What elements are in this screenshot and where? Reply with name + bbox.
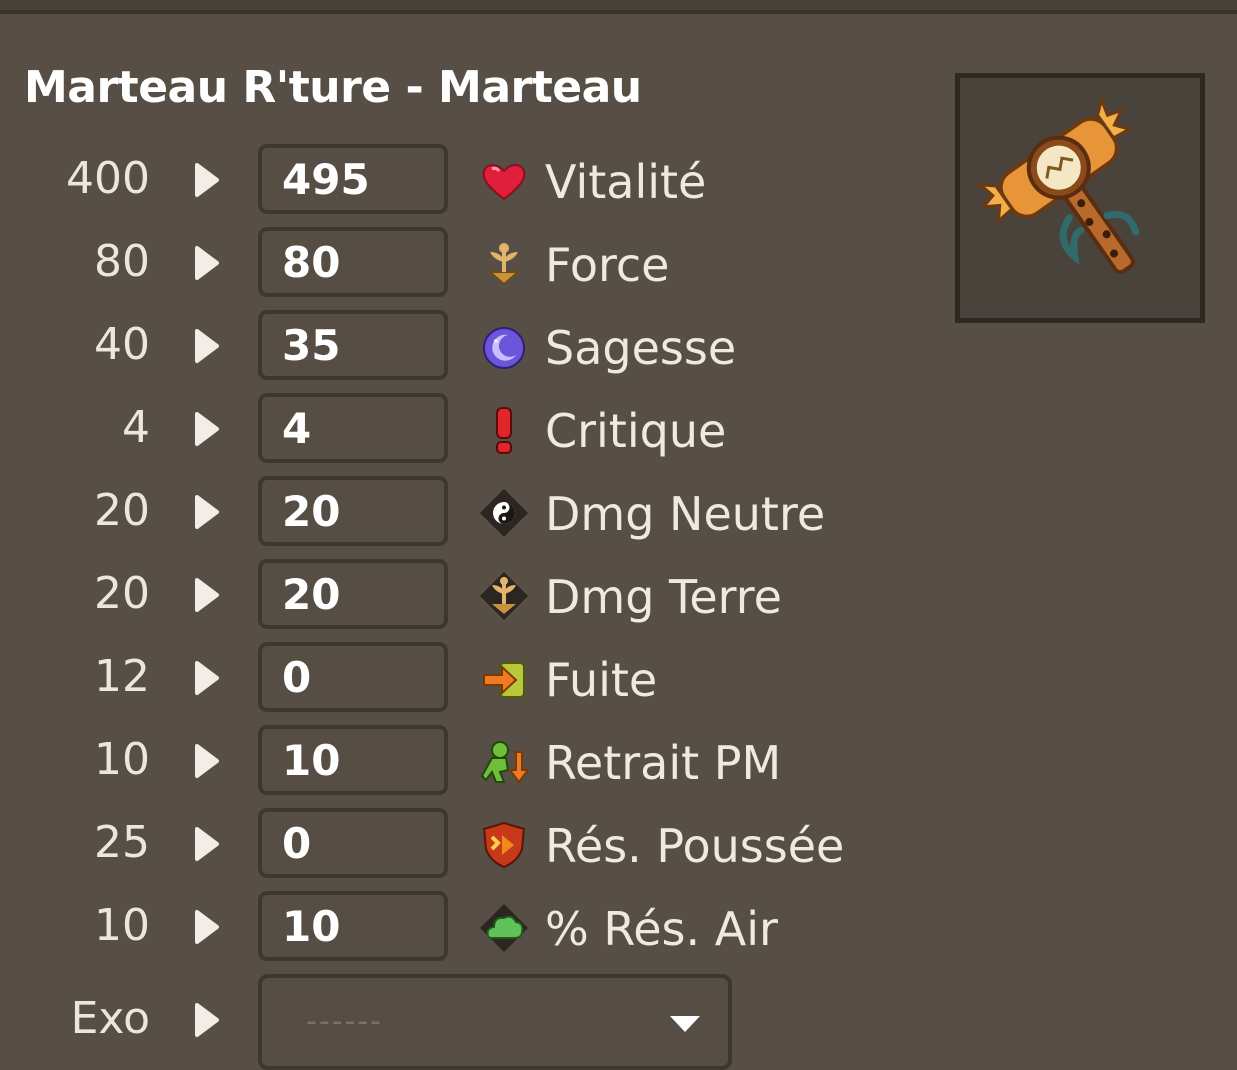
stat-label: Sagesse: [545, 321, 737, 375]
stat-value-field[interactable]: [258, 725, 448, 795]
copy-arrow-icon[interactable]: [193, 826, 221, 862]
moon-icon: [478, 321, 530, 373]
yin-yang-icon: [478, 487, 530, 539]
stat-row-fuite: 12 Fuite: [0, 642, 900, 712]
stat-value-input[interactable]: [262, 231, 442, 293]
stat-row-force: 80 Force: [0, 227, 900, 297]
stat-row-sagesse: 40 Sagesse: [0, 310, 900, 380]
stat-label: Rés. Poussée: [545, 819, 845, 873]
stat-label: Dmg Neutre: [545, 487, 826, 541]
stat-value-input[interactable]: [262, 480, 442, 542]
heart-icon: [478, 155, 530, 207]
copy-arrow-icon[interactable]: [193, 494, 221, 530]
stat-label: Retrait PM: [545, 736, 782, 790]
item-title: Marteau R'ture - Marteau: [24, 62, 642, 113]
base-value: 10: [94, 734, 150, 785]
stat-value-input[interactable]: [262, 895, 442, 957]
stat-row-retrait-pm: 10 Retrait PM: [0, 725, 900, 795]
stat-row-dmg-neutre: 20 Dmg Neutre: [0, 476, 900, 546]
stat-row-dmg-terre: 20 Dmg Terre: [0, 559, 900, 629]
hammer-item-icon: [975, 95, 1140, 275]
stat-value-input[interactable]: [262, 563, 442, 625]
copy-arrow-icon[interactable]: [193, 245, 221, 281]
stat-value-input[interactable]: [262, 148, 442, 210]
copy-arrow-icon[interactable]: [193, 328, 221, 364]
copy-arrow-icon[interactable]: [193, 909, 221, 945]
base-value: 10: [94, 900, 150, 951]
stat-value-input[interactable]: [262, 729, 442, 791]
air-resist-icon: [478, 902, 530, 954]
exo-select[interactable]: ------: [258, 974, 732, 1070]
stat-label: % Rés. Air: [545, 902, 778, 956]
base-value: 4: [122, 402, 150, 453]
stat-value-field[interactable]: [258, 310, 448, 380]
stat-label: Fuite: [545, 653, 658, 707]
chevron-down-icon: [668, 1014, 702, 1034]
stat-value-input[interactable]: [262, 646, 442, 708]
stat-value-field[interactable]: [258, 144, 448, 214]
stat-value-field[interactable]: [258, 559, 448, 629]
copy-arrow-icon[interactable]: [193, 1002, 221, 1038]
base-value: 12: [94, 651, 150, 702]
stat-value-input[interactable]: [262, 397, 442, 459]
base-value: 400: [66, 153, 150, 204]
copy-arrow-icon[interactable]: [193, 743, 221, 779]
item-image-frame: [955, 73, 1205, 323]
earth-sprout-icon: [478, 238, 530, 290]
stat-row-res-poussee: 25 Rés. Poussée: [0, 808, 900, 878]
earth-damage-icon: [478, 570, 530, 622]
stat-label: Force: [545, 238, 670, 292]
base-value: 25: [94, 817, 150, 868]
escape-icon: [478, 653, 530, 705]
stat-row-critique: 4 Critique: [0, 393, 900, 463]
stat-label: Vitalité: [545, 155, 707, 209]
stat-value-input[interactable]: [262, 314, 442, 376]
stat-value-input[interactable]: [262, 812, 442, 874]
exo-select-placeholder: ------: [306, 1004, 383, 1039]
stat-value-field[interactable]: [258, 476, 448, 546]
exo-label: Exo: [70, 993, 150, 1044]
stat-value-field[interactable]: [258, 808, 448, 878]
base-value: 20: [94, 568, 150, 619]
pushback-resist-icon: [478, 819, 530, 871]
stat-value-field[interactable]: [258, 891, 448, 961]
stat-value-field[interactable]: [258, 227, 448, 297]
stat-value-field[interactable]: [258, 642, 448, 712]
copy-arrow-icon[interactable]: [193, 162, 221, 198]
stat-label: Critique: [545, 404, 727, 458]
base-value: 20: [94, 485, 150, 536]
copy-arrow-icon[interactable]: [193, 577, 221, 613]
stat-value-field[interactable]: [258, 393, 448, 463]
base-value: 40: [94, 319, 150, 370]
stat-row-vitalite: 400 Vitalité: [0, 144, 900, 214]
top-divider: [0, 0, 1237, 14]
exclamation-icon: [478, 404, 530, 456]
stat-row-res-air: 10 % Rés. Air: [0, 891, 900, 961]
copy-arrow-icon[interactable]: [193, 411, 221, 447]
stat-label: Dmg Terre: [545, 570, 782, 624]
mp-removal-icon: [478, 736, 530, 788]
base-value: 80: [94, 236, 150, 287]
copy-arrow-icon[interactable]: [193, 660, 221, 696]
